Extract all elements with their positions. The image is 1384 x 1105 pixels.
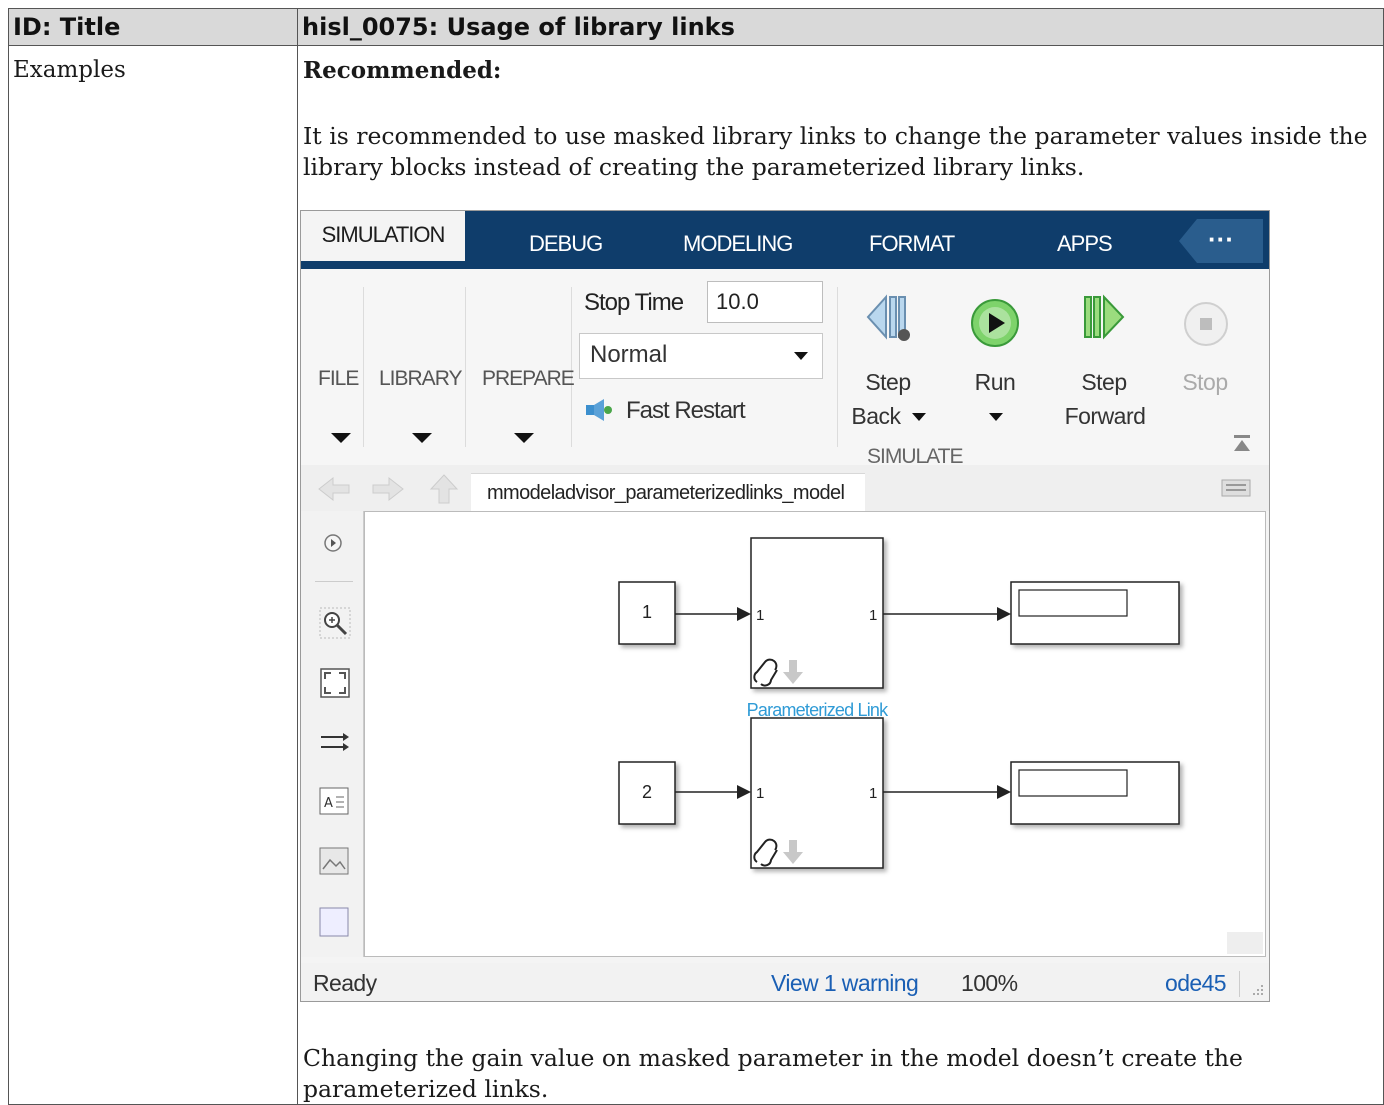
collapse-ribbon-icon[interactable]: [1231, 433, 1253, 457]
prepare-dropdown-icon[interactable]: [514, 433, 534, 443]
step-forward-label-2[interactable]: Forward: [1059, 399, 1151, 433]
display-readout-2: [1018, 769, 1128, 797]
annotation-icon[interactable]: A: [319, 787, 349, 815]
library-dropdown-icon[interactable]: [412, 433, 432, 443]
run-dropdown-icon[interactable]: [989, 413, 1003, 421]
run-button[interactable]: Run: [963, 365, 1027, 399]
ribbon-divider: [465, 287, 466, 447]
forward-arrow-icon[interactable]: [371, 475, 405, 503]
parameterized-link-label[interactable]: Parameterized Link: [747, 700, 890, 720]
tab-apps[interactable]: APPS: [1057, 231, 1113, 257]
input-port-label: 1: [756, 785, 764, 802]
svg-text:A: A: [324, 796, 333, 811]
area-icon[interactable]: [319, 907, 349, 937]
ribbon-divider: [837, 287, 838, 447]
explanation-paragraph: Changing the gain value on masked parame…: [303, 1044, 1243, 1103]
row-label-cell: Examples: [8, 45, 298, 1105]
fit-to-view-icon[interactable]: [319, 667, 351, 699]
view-warning-link[interactable]: View 1 warning: [771, 963, 919, 1001]
stop-time-input[interactable]: 10.0: [707, 281, 823, 323]
input-port-label: 1: [756, 607, 764, 624]
toolbar-divider: [315, 581, 353, 582]
canvas-corner-widget[interactable]: [1227, 932, 1263, 954]
keyboard-icon[interactable]: [1221, 479, 1251, 497]
simulation-mode-value: Normal: [590, 341, 668, 368]
arrowhead: [997, 607, 1011, 621]
resize-grip-icon[interactable]: [1251, 983, 1265, 997]
signal-routing-icon[interactable]: [319, 729, 351, 755]
solver-link[interactable]: ode45: [1165, 963, 1227, 1001]
constant-value-2: 2: [642, 782, 652, 802]
back-arrow-icon[interactable]: [317, 475, 351, 503]
image-icon[interactable]: [319, 847, 349, 875]
output-port-label: 1: [869, 785, 877, 802]
recommendation-paragraph: It is recommended to use masked library …: [303, 122, 1368, 181]
step-forward-icon: [1084, 294, 1125, 340]
block-diagram: 1 1 1 Parameterized Link 2 1 1: [618, 537, 1263, 954]
tab-simulation[interactable]: SIMULATION: [301, 211, 465, 261]
hide-show-icon[interactable]: [323, 533, 343, 553]
zoom-level: 100%: [961, 970, 1018, 996]
step-back-icon: [866, 294, 910, 341]
tab-debug[interactable]: DEBUG: [529, 231, 603, 257]
header-rule-title: hisl_0075: Usage of library links: [297, 8, 1384, 46]
tab-format[interactable]: FORMAT: [869, 231, 955, 257]
library-subsystem-block-2[interactable]: [750, 717, 884, 869]
run-icon: [971, 299, 1019, 347]
step-back-label-1[interactable]: Step: [853, 365, 923, 399]
step-back-dropdown-icon[interactable]: [912, 413, 926, 421]
status-bar: Ready View 1 warning 100% ode45: [301, 963, 1269, 1001]
up-arrow-icon[interactable]: [429, 473, 459, 505]
arrowhead: [737, 785, 751, 799]
arrowhead: [737, 607, 751, 621]
library-subsystem-block-1[interactable]: [750, 537, 884, 689]
model-breadcrumb-tab[interactable]: mmodeladvisor_parameterizedlinks_model: [471, 473, 865, 513]
zoom-icon[interactable]: [319, 607, 351, 639]
step-forward-label-1[interactable]: Step: [1069, 365, 1139, 399]
model-canvas[interactable]: 1 1 1 Parameterized Link 2 1 1: [364, 511, 1266, 957]
prepare-menu-label[interactable]: PREPARE: [482, 367, 575, 391]
chevron-down-icon: [794, 352, 808, 360]
more-tabs-button[interactable]: ···: [1179, 219, 1263, 263]
row-label-examples: Examples: [13, 57, 126, 83]
status-ready: Ready: [313, 970, 377, 996]
simulation-ribbon: FILE LIBRARY PREPARE Stop Time 10.0 Norm…: [301, 269, 1269, 468]
display-readout-1: [1018, 589, 1128, 617]
canvas-left-toolbar: A: [301, 511, 364, 957]
fast-restart-button[interactable]: Fast Restart: [626, 397, 746, 425]
simulink-screenshot: SIMULATION DEBUG MODELING FORMAT APPS ··…: [300, 210, 1270, 1002]
stop-button[interactable]: Stop: [1173, 365, 1237, 399]
arrowhead: [997, 785, 1011, 799]
step-back-label-2[interactable]: Back: [846, 399, 906, 433]
tab-modeling[interactable]: MODELING: [683, 231, 793, 257]
status-divider: [1239, 971, 1240, 997]
file-dropdown-icon[interactable]: [331, 433, 351, 443]
ribbon-divider: [363, 287, 364, 447]
stop-time-label: Stop Time: [584, 289, 684, 316]
library-menu-label[interactable]: LIBRARY: [379, 367, 462, 391]
constant-value-1: 1: [642, 602, 652, 622]
fast-restart-icon: [586, 399, 612, 421]
simulation-mode-select[interactable]: Normal: [579, 333, 823, 379]
output-port-label: 1: [869, 607, 877, 624]
stop-icon: [1184, 302, 1228, 346]
toolstrip-tab-bar: SIMULATION DEBUG MODELING FORMAT APPS ··…: [301, 211, 1269, 269]
file-menu-label[interactable]: FILE: [318, 367, 359, 391]
recommended-heading: Recommended:: [303, 57, 502, 84]
header-id-title: ID: Title: [8, 8, 298, 46]
